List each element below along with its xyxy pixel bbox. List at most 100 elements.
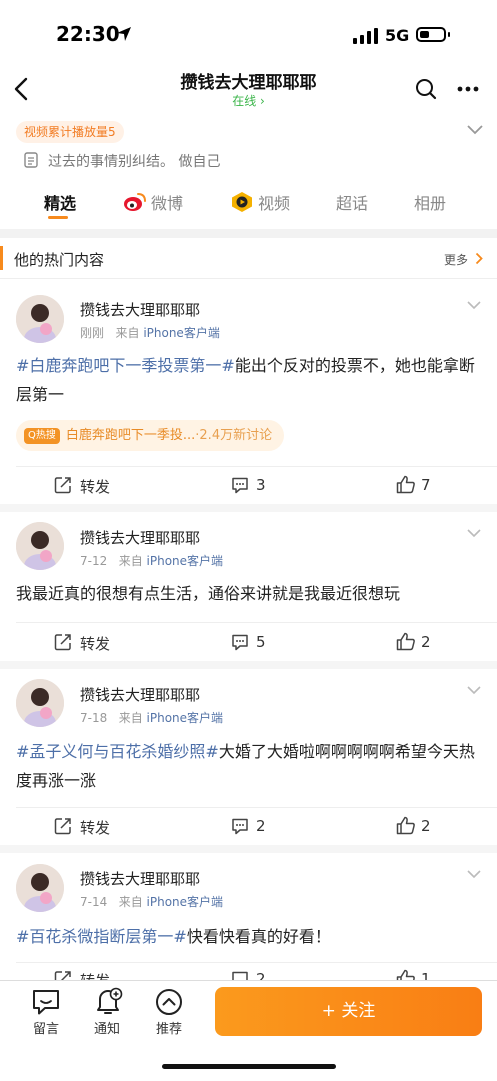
- post-source-prefix: 来自: [118, 711, 143, 725]
- divider: [16, 962, 497, 963]
- comment-bubble-icon[interactable]: [31, 988, 61, 1016]
- weibo-icon: [124, 193, 146, 211]
- post-text: 快看快看真的好看！: [186, 927, 331, 946]
- hot-search-pill[interactable]: Q热搜 白鹿奔跑吧下一季投...·2.4万新讨论: [16, 420, 285, 451]
- avatar-photo: [16, 522, 64, 570]
- post-source-prefix: 来自: [118, 554, 143, 568]
- avatar[interactable]: [16, 522, 64, 570]
- search-icon[interactable]: [415, 78, 437, 100]
- tab-album[interactable]: 相册: [414, 190, 446, 214]
- signal-icon: [353, 28, 378, 44]
- repost-icon[interactable]: [54, 476, 72, 494]
- section-separator: [0, 229, 497, 238]
- post-meta: 7-18 来自 iPhone客户端: [80, 709, 223, 726]
- recommend-up-icon[interactable]: [155, 988, 183, 1016]
- chevron-right-icon[interactable]: [475, 252, 483, 265]
- notify-label[interactable]: 通知: [82, 1018, 132, 1037]
- hot-content-title: 他的热门内容: [14, 251, 105, 269]
- comment-count[interactable]: 5: [256, 633, 266, 651]
- tab-featured[interactable]: 精选: [44, 190, 76, 214]
- divider: [16, 622, 497, 623]
- post-author[interactable]: 攒钱去大理耶耶耶: [80, 868, 200, 889]
- post-author[interactable]: 攒钱去大理耶耶耶: [80, 299, 200, 320]
- repost-icon[interactable]: [54, 817, 72, 835]
- tab-super-topic[interactable]: 超话: [336, 190, 368, 214]
- chevron-down-icon[interactable]: [466, 685, 482, 695]
- battery-tip: [448, 32, 450, 37]
- repost-label[interactable]: 转发: [80, 476, 110, 497]
- location-arrow-icon: [117, 27, 131, 41]
- post-source[interactable]: iPhone客户端: [147, 554, 224, 568]
- hot-search-badge: Q热搜: [24, 427, 60, 444]
- post-hashtag[interactable]: #孟子义何与百花杀婚纱照#: [16, 742, 219, 761]
- like-count[interactable]: 2: [421, 633, 431, 651]
- pill-topic: 白鹿奔跑吧下一季投...: [65, 428, 196, 443]
- post-hashtag[interactable]: #白鹿奔跑吧下一季投票第一#: [16, 356, 235, 375]
- follow-button[interactable]: + 关注: [215, 987, 482, 1036]
- post-source-prefix: 来自: [115, 326, 140, 340]
- chevron-down-icon[interactable]: [466, 869, 482, 879]
- active-tab-indicator: [48, 216, 68, 219]
- video-icon: [232, 192, 252, 212]
- like-icon[interactable]: [396, 475, 416, 494]
- post-body: #孟子义何与百花杀婚纱照#大婚了大婚啦啊啊啊啊啊希望今天热度再涨一涨: [16, 737, 482, 795]
- post-source[interactable]: iPhone客户端: [147, 711, 224, 725]
- post-author[interactable]: 攒钱去大理耶耶耶: [80, 684, 200, 705]
- comment-icon[interactable]: [231, 634, 249, 651]
- post-author[interactable]: 攒钱去大理耶耶耶: [80, 527, 200, 548]
- like-count[interactable]: 2: [421, 817, 431, 835]
- chevron-down-icon[interactable]: [466, 124, 484, 136]
- chevron-down-icon[interactable]: [466, 300, 482, 310]
- tab-video[interactable]: 视频: [258, 190, 290, 214]
- post-gap: [0, 504, 497, 512]
- like-icon[interactable]: [396, 632, 416, 651]
- repost-icon[interactable]: [54, 633, 72, 651]
- like-count[interactable]: 7: [421, 476, 431, 494]
- post-meta: 7-14 来自 iPhone客户端: [80, 893, 223, 910]
- avatar[interactable]: [16, 864, 64, 912]
- post-time: 7-18: [80, 711, 108, 725]
- post-time: 刚刚: [80, 326, 105, 340]
- comment-icon[interactable]: [231, 477, 249, 494]
- post-gap: [0, 661, 497, 669]
- profile-quote: 过去的事情别纠结。 做自己: [48, 154, 221, 170]
- post-time: 7-14: [80, 895, 108, 909]
- document-icon: [24, 152, 38, 168]
- comment-count[interactable]: 2: [256, 817, 266, 835]
- post-meta: 刚刚 来自 iPhone客户端: [80, 324, 220, 341]
- avatar-photo: [16, 864, 64, 912]
- comment-count[interactable]: 3: [256, 476, 266, 494]
- post-meta: 7-12 来自 iPhone客户端: [80, 552, 223, 569]
- status-bar: 22:30 5G: [0, 0, 497, 70]
- avatar[interactable]: [16, 295, 64, 343]
- more-icon[interactable]: [457, 86, 479, 92]
- post-gap: [0, 845, 497, 853]
- clock: 22:30: [56, 22, 120, 46]
- post-text: 我最近真的很想有点生活，通俗来讲就是我最近很想玩: [16, 584, 401, 603]
- avatar-photo: [16, 295, 64, 343]
- avatar-photo: [16, 679, 64, 727]
- post-body: #百花杀微指断层第一#快看快看真的好看！: [16, 922, 482, 951]
- post-source[interactable]: iPhone客户端: [147, 895, 224, 909]
- repost-label[interactable]: 转发: [80, 817, 110, 838]
- post-hashtag[interactable]: #百花杀微指断层第一#: [16, 927, 187, 946]
- network-type: 5G: [385, 26, 410, 45]
- bell-plus-icon[interactable]: [93, 986, 123, 1016]
- post-source[interactable]: iPhone客户端: [143, 326, 220, 340]
- like-icon[interactable]: [396, 816, 416, 835]
- repost-label[interactable]: 转发: [80, 633, 110, 654]
- play-count-tag[interactable]: 视频累计播放量5: [16, 121, 124, 143]
- comment-label[interactable]: 留言: [21, 1018, 71, 1037]
- more-link[interactable]: 更多: [444, 251, 468, 268]
- chevron-down-icon[interactable]: [466, 528, 482, 538]
- divider: [16, 466, 497, 467]
- recommend-label[interactable]: 推荐: [144, 1018, 194, 1037]
- tab-weibo[interactable]: 微博: [151, 190, 183, 214]
- comment-icon[interactable]: [231, 818, 249, 835]
- avatar[interactable]: [16, 679, 64, 727]
- divider: [16, 807, 497, 808]
- tab-bar: 精选 微博 视频 超话 相册: [0, 180, 497, 226]
- post-time: 7-12: [80, 554, 108, 568]
- post-body: #白鹿奔跑吧下一季投票第一#能出个反对的投票不，她也能拿断层第一: [16, 351, 482, 409]
- hot-accent-bar: [0, 246, 3, 270]
